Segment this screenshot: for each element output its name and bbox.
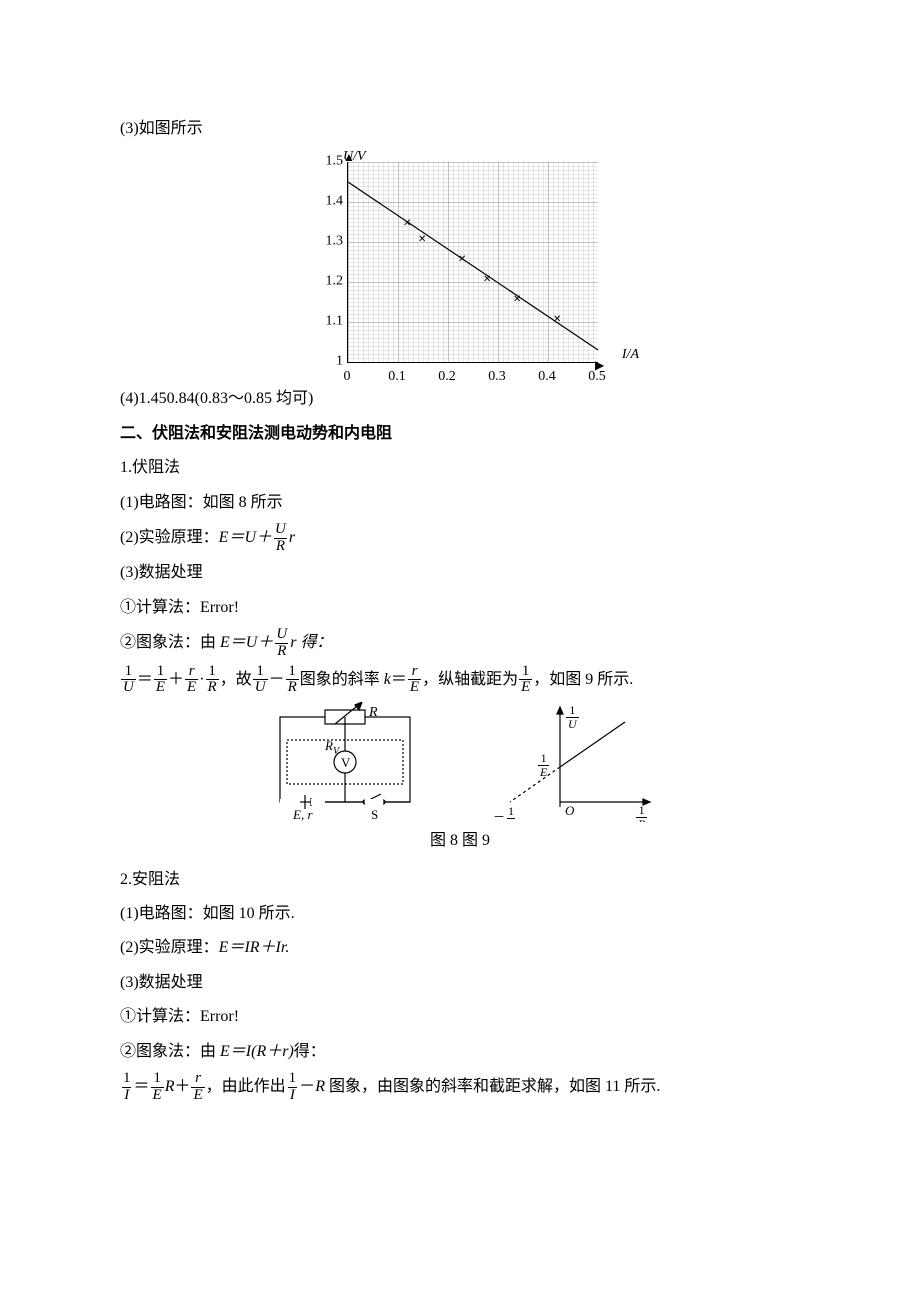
p4: (4)1.450.84(0.83～0.85 均可) bbox=[120, 384, 800, 414]
fit-line bbox=[348, 162, 598, 362]
circuit-fig8: R RV V E, r S bbox=[265, 702, 425, 822]
xtick: 0.4 bbox=[538, 364, 556, 391]
m1-equation-line: 1U＝1E＋rE·1R，故1U－1R图象的斜率 k＝rE，纵轴截距为1E，如图 … bbox=[120, 664, 800, 697]
method-2-title: 2.安阻法 bbox=[120, 865, 800, 895]
m2-circuit-ref: (1)电路图：如图 10 所示. bbox=[120, 899, 800, 929]
ytick: 1.2 bbox=[326, 269, 344, 296]
m2-data-processing: (3)数据处理 bbox=[120, 968, 800, 998]
x-axis-label: I/A bbox=[622, 342, 639, 369]
m2-principle: (2)实验原理：E＝IR＋Ir. bbox=[120, 933, 800, 963]
data-point bbox=[459, 258, 467, 266]
graph-fig9: 1U 1E 1R －1r O bbox=[475, 702, 655, 822]
p4-prefix: (4) bbox=[120, 390, 139, 407]
ytick: 1.3 bbox=[326, 229, 344, 256]
data-point bbox=[514, 298, 522, 306]
p3-label: (3)如图所示 bbox=[120, 114, 800, 144]
chart-container: U/V I/A 1.5 1.4 1.3 1.2 1.1 1 0 0.1 0.2 … bbox=[120, 148, 800, 378]
svg-text:R: R bbox=[368, 705, 378, 720]
data-point bbox=[404, 222, 412, 230]
ytick: 1.1 bbox=[326, 309, 344, 336]
m2-calc: ①计算法：Error! bbox=[120, 1002, 800, 1032]
section-2-title: 二、伏阻法和安阻法测电动势和内电阻 bbox=[120, 419, 800, 449]
svg-text:V: V bbox=[341, 755, 351, 770]
ytick: 1.5 bbox=[326, 149, 344, 176]
m1-circuit-ref: (1)电路图：如图 8 所示 bbox=[120, 488, 800, 518]
p4-value: 1.450.84(0.83～0.85 均可) bbox=[139, 390, 314, 407]
m1-calc: ①计算法：Error! bbox=[120, 593, 800, 623]
xtick: 0.1 bbox=[388, 364, 406, 391]
svg-text:RV: RV bbox=[324, 738, 341, 757]
plot-area bbox=[347, 162, 598, 363]
svg-text:E, r: E, r bbox=[292, 807, 313, 822]
caption-8-9: 图 8 图 9 bbox=[120, 826, 800, 856]
m1-data-processing: (3)数据处理 bbox=[120, 558, 800, 588]
svg-text:O: O bbox=[565, 803, 575, 818]
data-point bbox=[484, 278, 492, 286]
m2-equation-line: 1I＝1ER＋rE，由此作出1I－R 图象，由图象的斜率和截距求解，如图 11 … bbox=[120, 1071, 800, 1104]
figures-8-9: R RV V E, r S 1U 1E 1R bbox=[120, 702, 800, 822]
m1-principle: (2)实验原理：E＝U＋URr bbox=[120, 522, 800, 555]
chart-uv-ia: U/V I/A 1.5 1.4 1.3 1.2 1.1 1 0 0.1 0.2 … bbox=[305, 148, 615, 378]
xtick: 0 bbox=[344, 364, 351, 391]
m1-graph-method: ②图象法：由 E＝U＋URr 得： bbox=[120, 627, 800, 660]
ytick: 1 bbox=[336, 349, 343, 376]
xtick: 0.2 bbox=[438, 364, 456, 391]
m2-graph-method: ②图象法：由 E＝I(R＋r)得： bbox=[120, 1037, 800, 1067]
data-point bbox=[419, 238, 427, 246]
svg-text:S: S bbox=[371, 807, 378, 822]
method-1-title: 1.伏阻法 bbox=[120, 453, 800, 483]
ytick: 1.4 bbox=[326, 189, 344, 216]
data-point bbox=[554, 318, 562, 326]
xtick: 0.3 bbox=[488, 364, 506, 391]
